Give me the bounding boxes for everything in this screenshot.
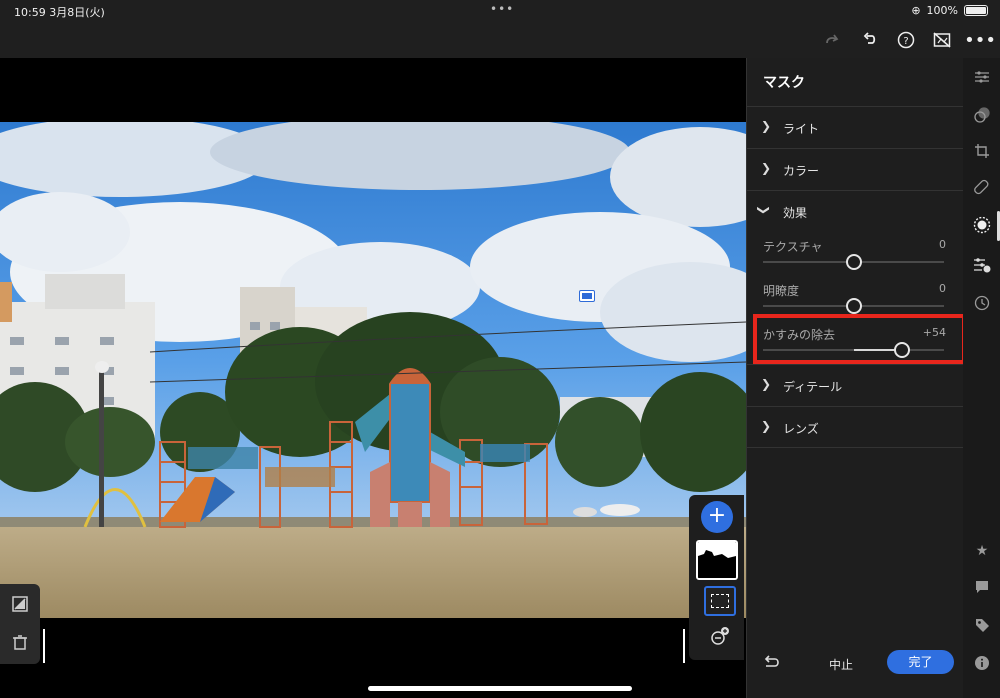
crop-icon[interactable] <box>973 142 991 160</box>
slider-track[interactable] <box>763 298 944 314</box>
chevron-right-icon: ❯ <box>761 161 772 175</box>
highlight-box <box>753 314 966 364</box>
tag-icon[interactable] <box>973 616 991 634</box>
mask-pin-icon[interactable] <box>579 290 595 302</box>
mask-settings-icon[interactable] <box>973 256 991 274</box>
status-right: ⊕ 100% <box>911 4 988 17</box>
home-indicator[interactable] <box>368 686 632 691</box>
filmstrip-handle-left[interactable] <box>43 629 45 663</box>
photo-image <box>0 122 746 618</box>
show-overlay-icon[interactable] <box>10 594 30 614</box>
star-icon[interactable]: ★ <box>973 542 991 560</box>
section-label: カラー <box>783 164 820 178</box>
section-detail[interactable]: ❯ ディテール <box>747 364 964 406</box>
redo-icon[interactable] <box>820 28 844 52</box>
reset-icon[interactable] <box>763 654 781 673</box>
section-lens[interactable]: ❯ レンズ <box>747 406 964 448</box>
multitask-dots[interactable]: ••• <box>490 2 514 16</box>
chevron-down-icon: ❯ <box>757 204 772 216</box>
section-effects[interactable]: ❯ 効果 <box>747 190 964 232</box>
svg-text:?: ? <box>903 36 908 47</box>
compare-icon[interactable] <box>930 28 954 52</box>
slider-knob[interactable] <box>845 298 862 314</box>
healing-icon[interactable] <box>973 178 991 196</box>
comment-icon[interactable] <box>973 578 991 596</box>
mask-thumbnail[interactable] <box>696 540 738 580</box>
status-time: 10:59 3月8日(火) <box>14 6 105 19</box>
slider-texture[interactable]: テクスチャ 0 <box>747 232 964 276</box>
mask-adjust-panel: マスク ❯ ライト ❯ カラー ❯ 効果 テクスチャ 0 明瞭度 0 かすみの除… <box>746 58 964 698</box>
battery-icon <box>964 5 988 16</box>
section-label: レンズ <box>783 422 819 436</box>
undo-icon[interactable] <box>858 28 882 52</box>
history-icon[interactable] <box>973 294 991 312</box>
more-icon[interactable]: ••• <box>964 28 996 52</box>
battery-percent: 100% <box>926 4 958 17</box>
chevron-right-icon: ❯ <box>761 119 772 133</box>
filmstrip-handle-right[interactable] <box>683 629 685 663</box>
presets-icon[interactable] <box>973 106 991 124</box>
top-toolbar: ? ••• <box>0 22 1000 58</box>
chevron-right-icon: ❯ <box>761 377 772 391</box>
edit-sliders-icon[interactable] <box>973 68 991 86</box>
left-tools <box>0 584 40 664</box>
panel-title: マスク <box>763 75 805 91</box>
sky-mask-component-thumbnail[interactable] <box>704 586 736 616</box>
cancel-button[interactable]: 中止 <box>829 656 853 673</box>
slider-track[interactable] <box>763 254 944 270</box>
chevron-right-icon: ❯ <box>761 419 772 433</box>
masking-icon[interactable] <box>973 216 991 234</box>
slider-label: 明瞭度 <box>763 284 800 298</box>
mask-list-panel: + <box>689 495 744 660</box>
panel-footer: 中止 完了 <box>747 648 964 688</box>
add-mask-button[interactable]: + <box>701 501 733 533</box>
section-label: 効果 <box>783 206 808 220</box>
slider-label: テクスチャ <box>763 240 823 254</box>
slider-value: 0 <box>939 282 946 295</box>
trash-icon[interactable] <box>10 632 30 652</box>
done-button[interactable]: 完了 <box>887 650 954 674</box>
section-color[interactable]: ❯ カラー <box>747 148 964 190</box>
slider-value: 0 <box>939 238 946 251</box>
tool-rail: ★ <box>963 58 1000 698</box>
status-bar: 10:59 3月8日(火) ••• ⊕ 100% <box>0 0 1000 22</box>
help-icon[interactable]: ? <box>894 28 918 52</box>
section-label: ライト <box>783 122 820 136</box>
section-label: ディテール <box>783 380 843 394</box>
info-icon[interactable] <box>973 654 991 672</box>
photo-canvas[interactable]: + <box>0 58 746 698</box>
subtract-mask-icon[interactable] <box>709 626 731 648</box>
orientation-lock-icon: ⊕ <box>911 4 921 17</box>
slider-knob[interactable] <box>845 254 862 270</box>
section-light[interactable]: ❯ ライト <box>747 106 964 148</box>
